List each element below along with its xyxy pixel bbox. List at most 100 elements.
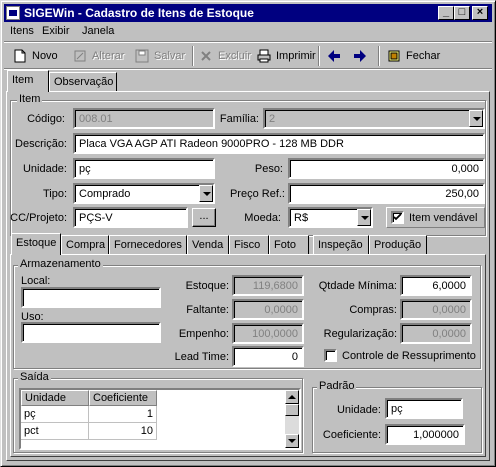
salvar-button[interactable]: Salvar bbox=[132, 45, 185, 67]
unidade-label: Unidade: bbox=[22, 163, 67, 175]
item-group-label: Item bbox=[17, 93, 43, 105]
padrao-unidade-label: Unidade: bbox=[336, 404, 381, 416]
qtd-minima-field[interactable]: 6,0000 bbox=[400, 275, 472, 296]
compras-field[interactable]: 0,0000 bbox=[400, 299, 472, 320]
exit-door-icon bbox=[388, 50, 400, 62]
unidade-field[interactable]: pç bbox=[73, 158, 215, 179]
cell-coeficiente[interactable]: 10 bbox=[89, 423, 157, 440]
leadtime-label: Lead Time: bbox=[174, 351, 229, 363]
padrao-coeficiente-field[interactable]: 1,000000 bbox=[385, 424, 465, 445]
tab-venda[interactable]: Venda bbox=[187, 235, 229, 255]
cc-label: CC/Projeto: bbox=[10, 212, 67, 224]
armazenamento-label: Armazenamento bbox=[18, 258, 103, 270]
chevron-down-icon[interactable] bbox=[357, 209, 371, 226]
regularizacao-label: Regularização: bbox=[323, 328, 397, 340]
ressuprimento-checkbox[interactable] bbox=[324, 349, 337, 362]
peso-field[interactable]: 0,000 bbox=[288, 158, 485, 179]
codigo-field[interactable]: 008.01 bbox=[73, 108, 215, 129]
vertical-scrollbar[interactable] bbox=[285, 390, 299, 448]
cell-unidade[interactable]: pç bbox=[21, 406, 89, 423]
tab-producao[interactable]: Produção bbox=[369, 235, 427, 255]
cell-coeficiente[interactable]: 1 bbox=[89, 406, 157, 423]
faltante-field[interactable]: 0,0000 bbox=[232, 299, 304, 320]
familia-select[interactable]: 2 bbox=[263, 108, 485, 129]
alterar-button[interactable]: Alterar bbox=[70, 45, 124, 67]
chevron-down-icon[interactable] bbox=[469, 110, 483, 127]
empenho-field[interactable]: 100,0000 bbox=[232, 323, 304, 344]
descricao-label: Descrição: bbox=[15, 138, 67, 150]
moeda-label: Moeda: bbox=[244, 212, 281, 224]
tab-observacao[interactable]: Observação bbox=[49, 72, 117, 92]
local-label: Local: bbox=[21, 275, 51, 287]
tipo-value: Comprado bbox=[79, 188, 131, 200]
padrao-label: Padrão bbox=[317, 380, 357, 392]
menu-janela[interactable]: Janela bbox=[82, 25, 114, 37]
arrow-up-icon bbox=[288, 395, 296, 399]
menu-exibir[interactable]: Exibir bbox=[42, 25, 70, 37]
codigo-label: Código: bbox=[27, 113, 65, 125]
excluir-label: Excluir bbox=[218, 50, 252, 62]
close-button[interactable]: × bbox=[472, 6, 488, 20]
toolbar-separator-line bbox=[4, 68, 492, 70]
empenho-label: Empenho: bbox=[178, 328, 229, 340]
regularizacao-field[interactable]: 0,0000 bbox=[400, 323, 472, 344]
chevron-down-icon[interactable] bbox=[199, 185, 213, 202]
tab-estoque-label: Estoque bbox=[16, 237, 57, 249]
descricao-field[interactable]: Placa VGA AGP ATI Radeon 9000PRO - 128 M… bbox=[73, 133, 485, 154]
scroll-up-button[interactable] bbox=[285, 390, 299, 404]
ressuprimento-label: Controle de Ressuprimento bbox=[342, 350, 476, 362]
tab-fornecedores[interactable]: Fornecedores bbox=[109, 235, 187, 255]
leadtime-field[interactable]: 0 bbox=[232, 346, 304, 367]
cc-lookup-button[interactable]: ... bbox=[192, 208, 216, 227]
cell-unidade[interactable]: pct bbox=[21, 423, 89, 440]
familia-value: 2 bbox=[269, 113, 276, 125]
menu-itens[interactable]: Itens bbox=[10, 25, 34, 37]
scroll-down-button[interactable] bbox=[285, 434, 299, 448]
tab-producao-label: Produção bbox=[374, 239, 422, 251]
tab-inspecao-label: Inspeção bbox=[318, 239, 363, 251]
toolbar: Novo Alterar Salvar Excluir Imprimir Fec… bbox=[4, 43, 492, 69]
moeda-select[interactable]: R$ bbox=[288, 207, 373, 228]
fechar-button[interactable]: Fechar bbox=[384, 45, 440, 67]
tipo-select[interactable]: Comprado bbox=[73, 183, 215, 204]
imprimir-button[interactable]: Imprimir bbox=[254, 45, 316, 67]
saida-label: Saída bbox=[18, 371, 51, 383]
title-bar[interactable]: SIGEWin - Cadastro de Itens de Estoque _… bbox=[4, 4, 492, 22]
previous-button[interactable] bbox=[324, 45, 344, 67]
minimize-button[interactable]: _ bbox=[438, 6, 454, 20]
toolbar-separator bbox=[192, 46, 194, 66]
next-button[interactable] bbox=[350, 45, 370, 67]
vendavel-label: Item vendável bbox=[409, 212, 478, 224]
window-title: SIGEWin - Cadastro de Itens de Estoque bbox=[24, 6, 254, 20]
column-header-unidade[interactable]: Unidade bbox=[21, 390, 89, 406]
cc-field[interactable]: PÇS-V bbox=[73, 207, 188, 228]
scroll-thumb[interactable] bbox=[285, 404, 299, 416]
tab-item[interactable]: Item bbox=[7, 70, 49, 92]
faltante-label: Faltante: bbox=[186, 304, 229, 316]
novo-button[interactable]: Novo bbox=[10, 45, 58, 67]
vendavel-checkbox[interactable] bbox=[391, 211, 404, 224]
alterar-label: Alterar bbox=[92, 50, 125, 62]
peso-label: Peso: bbox=[254, 163, 283, 175]
excluir-button[interactable]: Excluir bbox=[196, 45, 251, 67]
moeda-value: R$ bbox=[294, 212, 309, 224]
save-icon bbox=[135, 49, 149, 63]
tab-inspecao[interactable]: Inspeção bbox=[313, 235, 369, 255]
app-icon[interactable] bbox=[6, 6, 20, 20]
estoque-field[interactable]: 119,6800 bbox=[232, 275, 304, 296]
arrow-right-icon bbox=[354, 50, 366, 62]
arrow-left-icon bbox=[328, 50, 340, 62]
tab-compra-label: Compra bbox=[66, 239, 106, 251]
tab-foto[interactable]: Foto bbox=[269, 235, 309, 255]
local-field[interactable] bbox=[21, 287, 161, 308]
column-header-coeficiente[interactable]: Coeficiente bbox=[89, 390, 157, 406]
padrao-unidade-field[interactable]: pç bbox=[385, 398, 463, 419]
familia-label: Família: bbox=[219, 113, 259, 125]
preco-field[interactable]: 250,00 bbox=[288, 183, 485, 204]
tab-compra[interactable]: Compra bbox=[61, 235, 109, 255]
maximize-button[interactable]: □ bbox=[454, 6, 470, 20]
uso-field[interactable] bbox=[21, 322, 161, 343]
tab-estoque[interactable]: Estoque bbox=[11, 233, 61, 255]
imprimir-label: Imprimir bbox=[276, 50, 316, 62]
tab-fisco[interactable]: Fisco bbox=[229, 235, 269, 255]
